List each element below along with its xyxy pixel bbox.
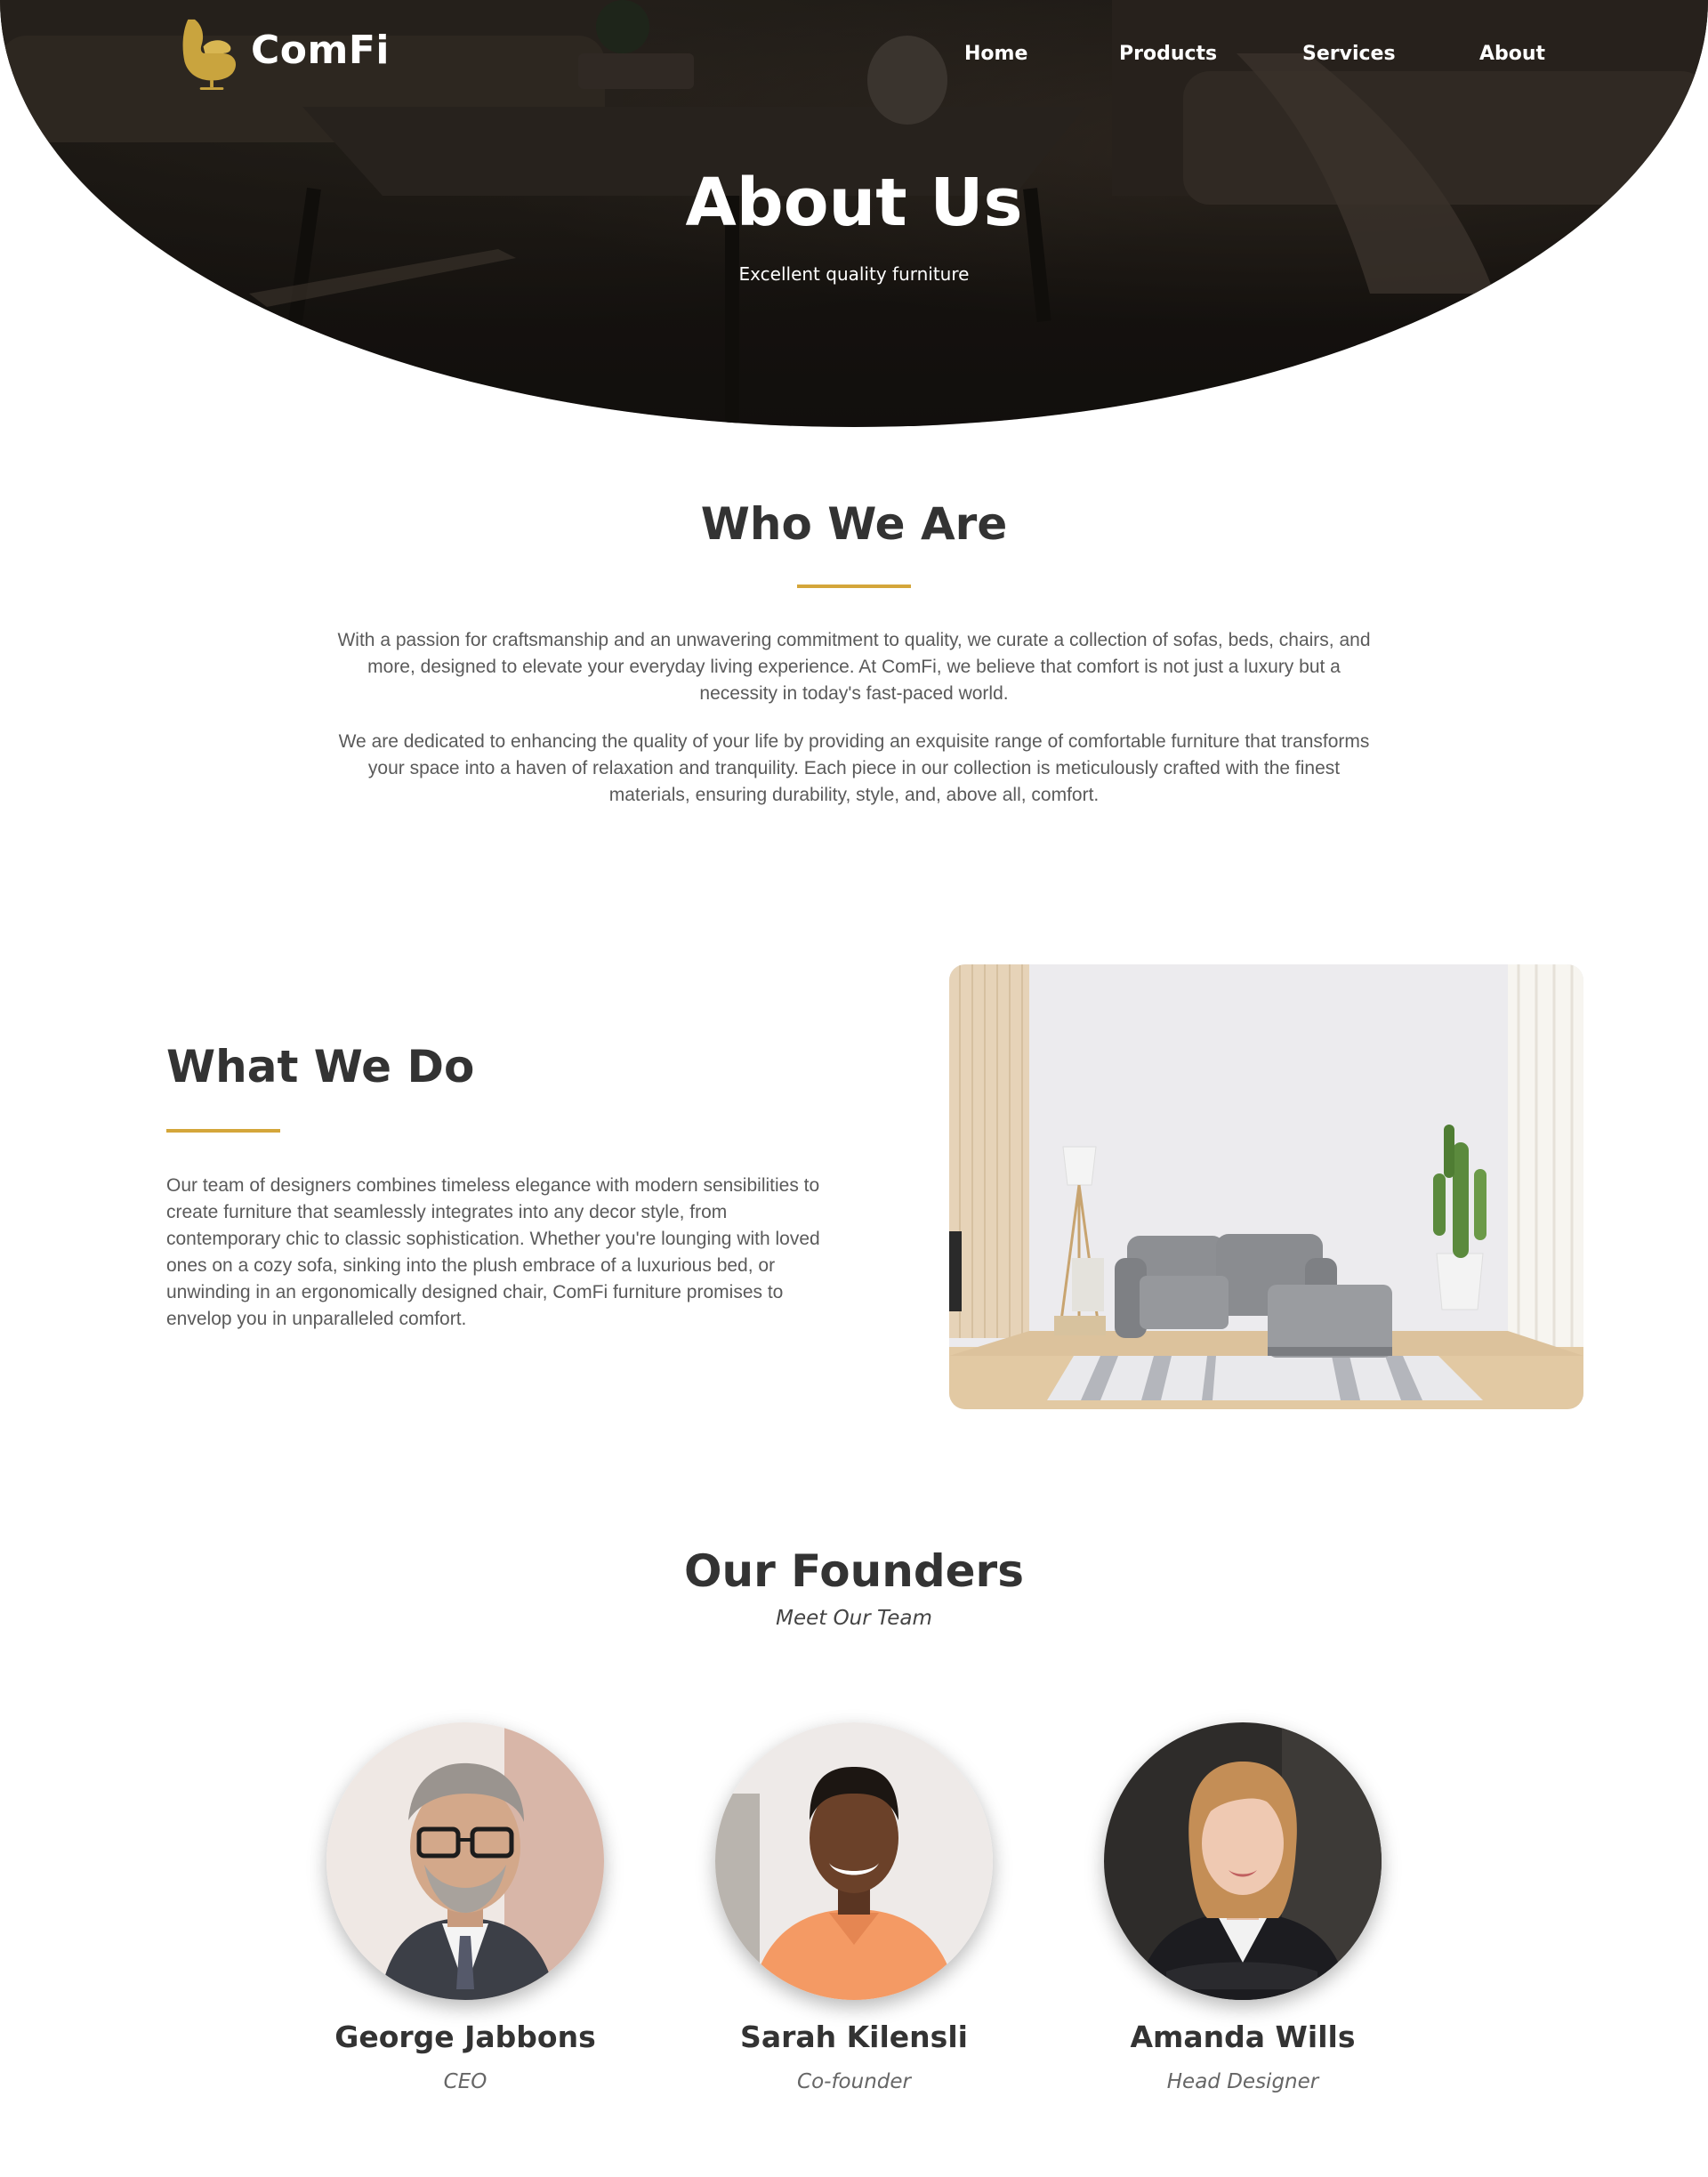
avatar — [715, 1722, 993, 2000]
nav-about[interactable]: About — [1479, 43, 1545, 65]
founder-card: Sarah Kilensli Co-founder — [712, 1722, 996, 2093]
founder-role: Co-founder — [797, 2070, 911, 2093]
what-we-do-heading: What We Do — [166, 1041, 475, 1093]
main-nav: Home Products Services About — [0, 43, 1708, 71]
living-room-illustration — [949, 964, 1583, 1409]
founder-name: Sarah Kilensli — [740, 2020, 968, 2054]
nav-home[interactable]: Home — [964, 43, 1027, 65]
hero-subtitle: Excellent quality furniture — [738, 263, 970, 285]
founder-photo-george — [326, 1722, 604, 2000]
who-we-are-heading: Who We Are — [700, 498, 1008, 550]
founder-role: Head Designer — [1166, 2070, 1319, 2093]
founder-photo-amanda — [1104, 1722, 1382, 2000]
avatar — [326, 1722, 604, 2000]
living-room-image — [949, 964, 1583, 1409]
founder-photo-sarah — [715, 1722, 993, 2000]
who-paragraph-2: We are dedicated to enhancing the qualit… — [338, 731, 1370, 805]
founder-name: Amanda Wills — [1130, 2020, 1356, 2054]
what-we-do-text: Our team of designers combines timeless … — [166, 1175, 820, 1329]
avatar — [1104, 1722, 1382, 2000]
founders-heading: Our Founders — [684, 1545, 1024, 1597]
founder-card: Amanda Wills Head Designer — [1100, 1722, 1385, 2093]
founder-card: George Jabbons CEO — [323, 1722, 608, 2093]
who-paragraph-1: With a passion for craftsmanship and an … — [337, 630, 1371, 704]
founders-subtitle: Meet Our Team — [776, 1607, 932, 1630]
nav-products[interactable]: Products — [1119, 43, 1217, 65]
nav-services[interactable]: Services — [1302, 43, 1396, 65]
who-heading-divider — [797, 585, 911, 588]
page-title: About Us — [685, 165, 1023, 241]
founder-role: CEO — [443, 2070, 487, 2093]
what-heading-divider — [166, 1129, 280, 1133]
founder-name: George Jabbons — [334, 2020, 596, 2054]
